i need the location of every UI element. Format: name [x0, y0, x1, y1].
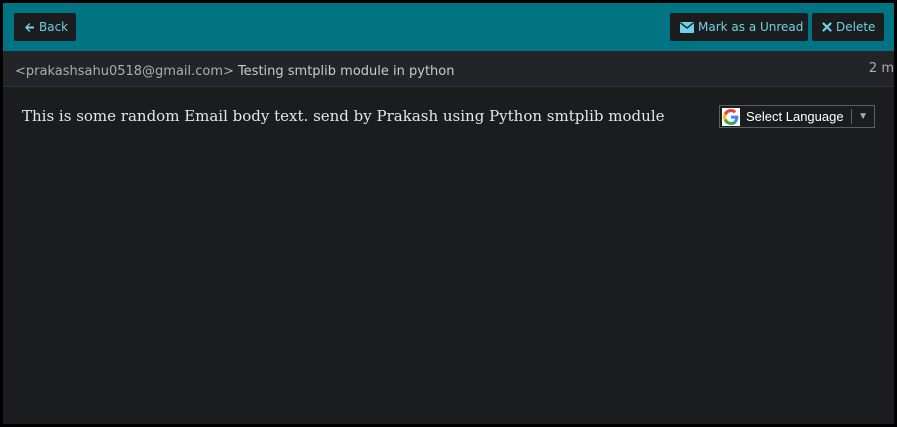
back-label: Back	[39, 20, 69, 34]
message-time: 2 m	[868, 61, 894, 76]
message-body: This is some random Email body text. sen…	[22, 107, 665, 125]
google-g-icon	[722, 107, 740, 126]
sender-address: <prakashsahu0518@gmail.com>	[15, 64, 234, 79]
back-button[interactable]: Back	[14, 13, 76, 41]
message-subject: Testing smtplib module in python	[237, 64, 455, 79]
arrow-left-icon	[24, 22, 35, 33]
delete-label: Delete	[836, 20, 876, 34]
language-select[interactable]: Select Language ▼	[719, 105, 875, 128]
delete-button[interactable]: Delete	[812, 13, 884, 41]
mark-unread-label: Mark as a Unread	[698, 20, 804, 34]
divider	[851, 109, 853, 124]
toolbar: Back Mark as a Unread Delete	[3, 3, 894, 51]
chevron-down-icon: ▼	[858, 111, 868, 122]
language-select-label: Select Language	[746, 109, 844, 124]
email-viewer: Back Mark as a Unread Delete <prakashsah…	[0, 0, 897, 427]
envelope-icon	[680, 21, 694, 33]
message-header: <prakashsahu0518@gmail.com> Testing smtpl…	[3, 51, 894, 87]
close-icon	[822, 22, 832, 32]
message-meta: <prakashsahu0518@gmail.com> Testing smtpl…	[15, 64, 454, 79]
mark-unread-button[interactable]: Mark as a Unread	[670, 13, 808, 41]
